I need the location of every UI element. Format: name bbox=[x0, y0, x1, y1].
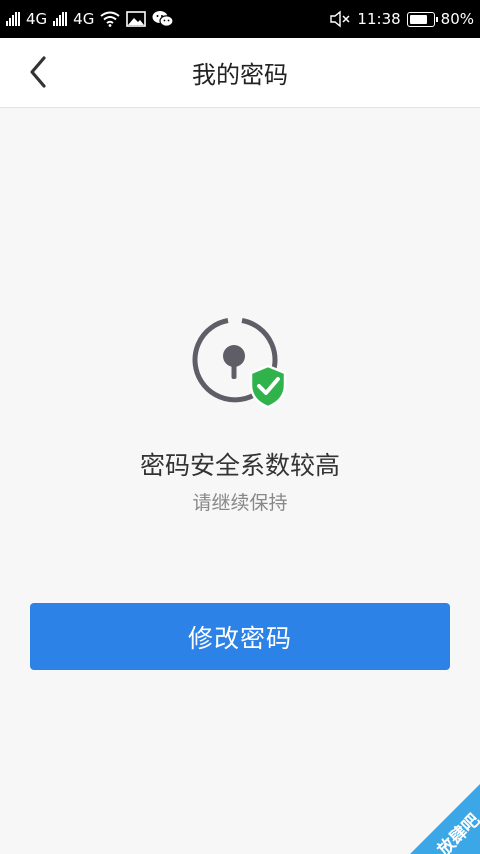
app-header: 我的密码 bbox=[0, 38, 480, 108]
wifi-icon bbox=[100, 11, 120, 27]
sim2-network-label: 4G bbox=[73, 10, 95, 28]
mute-icon bbox=[329, 10, 351, 28]
signal-icon bbox=[6, 12, 20, 26]
status-bar-left: 4G 4G bbox=[6, 0, 174, 38]
signal-icon bbox=[53, 12, 68, 26]
change-password-button[interactable]: 修改密码 bbox=[30, 603, 450, 670]
wechat-icon bbox=[152, 10, 174, 28]
status-bar: 4G 4G 11:38 80% bbox=[0, 0, 480, 38]
chevron-left-icon bbox=[30, 56, 46, 88]
battery-percent: 80% bbox=[440, 10, 474, 28]
battery-level-fill bbox=[409, 14, 428, 24]
security-status-headline: 密码安全系数较高 bbox=[139, 451, 340, 480]
image-notification-icon bbox=[126, 11, 147, 27]
status-time: 11:38 bbox=[357, 10, 401, 28]
back-button[interactable] bbox=[18, 52, 58, 92]
lock-shield-check-icon bbox=[188, 316, 292, 412]
status-bar-right: 11:38 80% bbox=[329, 0, 474, 38]
sim1-network-label: 4G bbox=[26, 10, 48, 28]
watermark-logo: 放肆吧 bbox=[400, 774, 480, 854]
page-title: 我的密码 bbox=[192, 61, 288, 89]
battery-icon bbox=[406, 11, 438, 27]
security-status-subline: 请继续保持 bbox=[192, 492, 288, 514]
